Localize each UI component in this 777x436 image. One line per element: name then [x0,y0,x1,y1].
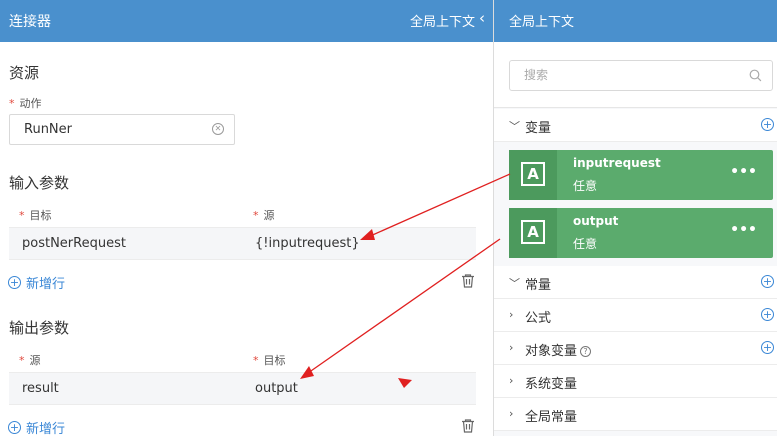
tree-group-global-constants[interactable]: › 全局常量 [494,398,777,431]
variable-card-output[interactable]: A output 任意 ••• [509,208,773,258]
required-mark: * [9,97,15,110]
tree-group-label-text: 对象变量 [525,344,578,359]
tree-group-label: 全局常量 [525,410,578,425]
input-add-row-button[interactable]: + 新增行 [8,273,65,292]
chevron-left-icon[interactable]: ‹ [479,9,485,27]
tree-group-constants[interactable]: ﹀ 常量 + [494,266,777,299]
plus-circle-icon: + [8,276,21,289]
add-variable-icon[interactable]: + [761,118,774,131]
output-source-header: * 源 [19,352,41,368]
output-source-header-text: 源 [29,354,41,367]
required-mark: * [253,209,259,222]
action-label-text: 动作 [19,97,42,110]
variable-icon-box: A [509,208,557,258]
output-target-header: * 目标 [253,352,286,368]
variable-icon: A [521,162,545,186]
input-source-header-text: 源 [263,209,275,222]
output-source-cell[interactable]: result [22,381,59,396]
global-context-header: 全局上下文 [494,0,777,42]
add-object-variable-icon[interactable]: + [761,341,774,354]
required-mark: * [253,354,259,367]
output-add-row-button[interactable]: + 新增行 [8,418,65,436]
required-mark: * [19,209,25,222]
variable-icon-box: A [509,150,557,200]
connector-header: 连接器 全局上下文 ‹ [0,0,493,42]
tree-group-label: 常量 [525,278,552,293]
output-target-cell[interactable]: output [255,381,298,396]
chevron-down-icon[interactable]: ﹀ [509,118,520,134]
tree-group-system-variables[interactable]: › 系统变量 [494,365,777,398]
output-target-header-text: 目标 [263,354,286,367]
global-context-panel: 全局上下文 搜索 ﹀ 变量 + A inputrequest 任意 ••• A … [494,0,777,436]
output-add-row-label: 新增行 [26,422,66,436]
tree-group-label: 对象变量? [525,340,592,359]
chevron-right-icon[interactable]: › [509,374,513,387]
connector-panel: 连接器 全局上下文 ‹ 资源 * 动作 RunNer ✕ 输入参数 * 目标 * 源 … [0,0,493,436]
chevron-down-icon[interactable]: ﹀ [509,275,520,291]
more-icon[interactable]: ••• [730,164,757,180]
more-icon[interactable]: ••• [730,222,757,238]
chevron-right-icon[interactable]: › [509,341,513,354]
input-target-cell[interactable]: postNerRequest [22,236,126,251]
add-constant-icon[interactable]: + [761,275,774,288]
add-formula-icon[interactable]: + [761,308,774,321]
connector-title: 连接器 [9,14,51,30]
input-target-header-text: 目标 [29,209,52,222]
global-context-toggle[interactable]: 全局上下文 [410,11,475,30]
chevron-right-icon[interactable]: › [509,407,513,420]
output-param-row[interactable]: result output [9,372,476,405]
variable-type: 任意 [573,237,598,251]
output-params-title: 输出参数 [9,319,70,337]
chevron-right-icon[interactable]: › [509,308,513,321]
tree-group-object-variables[interactable]: › 对象变量? + [494,332,777,365]
input-source-cell[interactable]: {!inputrequest} [255,236,360,251]
global-context-title: 全局上下文 [509,15,575,30]
tree-group-formulas[interactable]: › 公式 + [494,299,777,332]
plus-circle-icon: + [8,421,21,434]
variable-card-inputrequest[interactable]: A inputrequest 任意 ••• [509,150,773,200]
search-placeholder: 搜索 [524,68,549,82]
input-target-header: * 目标 [19,207,52,223]
variable-name: inputrequest [573,156,661,170]
action-value: RunNer [24,122,72,137]
tree-group-label: 公式 [525,311,552,326]
variable-type: 任意 [573,179,598,193]
resources-title: 资源 [9,64,40,82]
input-params-title: 输入参数 [9,174,70,192]
search-icon[interactable] [749,69,762,82]
variable-icon: A [521,220,545,244]
tree-group-variables[interactable]: ﹀ 变量 + [494,109,777,142]
search-area: 搜索 [494,42,777,108]
trash-icon[interactable] [460,273,476,289]
search-input[interactable]: 搜索 [509,60,773,91]
input-add-row-label: 新增行 [26,277,66,292]
required-mark: * [19,354,25,367]
input-param-row[interactable]: postNerRequest {!inputrequest} [9,227,476,260]
tree-group-label: 变量 [525,121,552,136]
action-input[interactable]: RunNer ✕ [9,114,235,145]
connector-screen: 连接器 全局上下文 ‹ 资源 * 动作 RunNer ✕ 输入参数 * 目标 * 源 … [0,0,777,436]
trash-icon[interactable] [460,418,476,434]
action-label: * 动作 [9,95,42,111]
info-icon[interactable]: ? [580,346,592,357]
input-source-header: * 源 [253,207,275,223]
tree-group-label: 系统变量 [525,377,578,392]
variable-name: output [573,214,619,228]
clear-icon[interactable]: ✕ [212,123,224,135]
